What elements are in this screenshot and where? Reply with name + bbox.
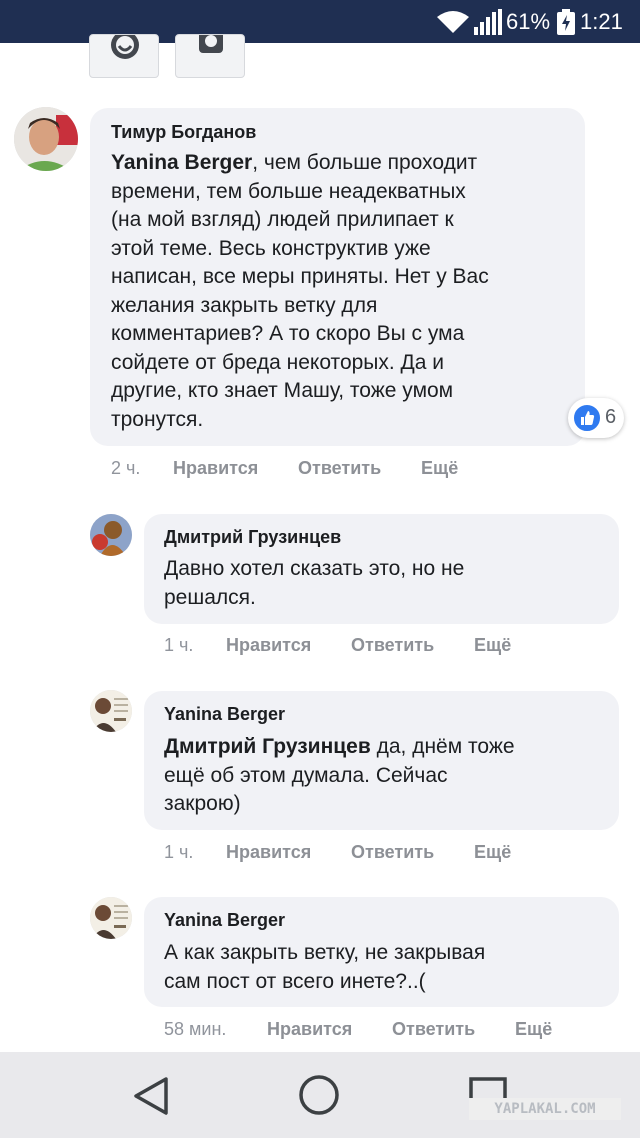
- comment-time: 1 ч.: [164, 842, 194, 862]
- comment-time: 2 ч.: [111, 458, 141, 478]
- smiley-icon: [111, 35, 139, 59]
- comment-meta: 2 ч. Нравится Ответить Ещё: [111, 457, 531, 479]
- comment-author[interactable]: Тимур Богданов: [111, 121, 256, 143]
- clock: 1:21: [580, 9, 623, 34]
- home-circle-icon[interactable]: [298, 1074, 340, 1116]
- like-button[interactable]: Нравится: [226, 841, 311, 863]
- more-button[interactable]: Ещё: [474, 634, 511, 656]
- comment-text: Yanina Berger, чем больше проходит време…: [111, 151, 489, 431]
- avatar[interactable]: [90, 690, 132, 732]
- like-button[interactable]: Нравится: [173, 457, 258, 479]
- battery-charging-icon: [557, 9, 575, 35]
- mention-link[interactable]: Дмитрий Грузинцев: [164, 735, 371, 758]
- mention-link[interactable]: Yanina Berger: [111, 151, 252, 174]
- reply-button[interactable]: Ответить: [351, 841, 434, 863]
- wifi-icon: [437, 11, 469, 33]
- sticker-button[interactable]: [89, 34, 159, 78]
- like-button[interactable]: Нравится: [267, 1018, 352, 1040]
- comment-author[interactable]: Дмитрий Грузинцев: [164, 526, 341, 548]
- reaction-count: 6: [605, 406, 617, 428]
- camera-icon: [199, 35, 223, 53]
- like-icon: [572, 403, 602, 433]
- avatar[interactable]: [14, 107, 78, 171]
- comment-text: Дмитрий Грузинцев да, днём тоже ещё об э…: [164, 735, 515, 815]
- comment-time: 58 мин.: [164, 1019, 227, 1039]
- avatar[interactable]: [90, 514, 132, 556]
- comment-text: А как закрыть ветку, не закрывая сам пос…: [164, 941, 486, 993]
- reaction-summary[interactable]: 6: [568, 398, 624, 438]
- more-button[interactable]: Ещё: [515, 1018, 552, 1040]
- comment-meta: 1 ч. Нравится Ответить Ещё: [164, 634, 564, 656]
- cell-signal-icon: [474, 9, 502, 35]
- back-triangle-icon[interactable]: [132, 1075, 172, 1117]
- comment-text: Давно хотел сказать это, но не решался.: [164, 557, 465, 609]
- reply-button[interactable]: Ответить: [351, 634, 434, 656]
- comment-meta: 1 ч. Нравится Ответить Ещё: [164, 841, 564, 863]
- comment-author[interactable]: Yanina Berger: [164, 909, 285, 931]
- more-button[interactable]: Ещё: [474, 841, 511, 863]
- navigation-bar: YAPLAKAL.COM: [0, 1052, 640, 1138]
- comment-time: 1 ч.: [164, 635, 194, 655]
- reply-button[interactable]: Ответить: [298, 457, 381, 479]
- avatar[interactable]: [90, 897, 132, 939]
- more-button[interactable]: Ещё: [421, 457, 458, 479]
- comment-author[interactable]: Yanina Berger: [164, 703, 285, 725]
- battery-percent: 61%: [506, 9, 551, 34]
- reply-button[interactable]: Ответить: [392, 1018, 475, 1040]
- camera-button[interactable]: [175, 34, 245, 78]
- comment-meta: 58 мин. Нравится Ответить Ещё: [164, 1018, 604, 1040]
- watermark: YAPLAKAL.COM: [469, 1098, 621, 1120]
- like-button[interactable]: Нравится: [226, 634, 311, 656]
